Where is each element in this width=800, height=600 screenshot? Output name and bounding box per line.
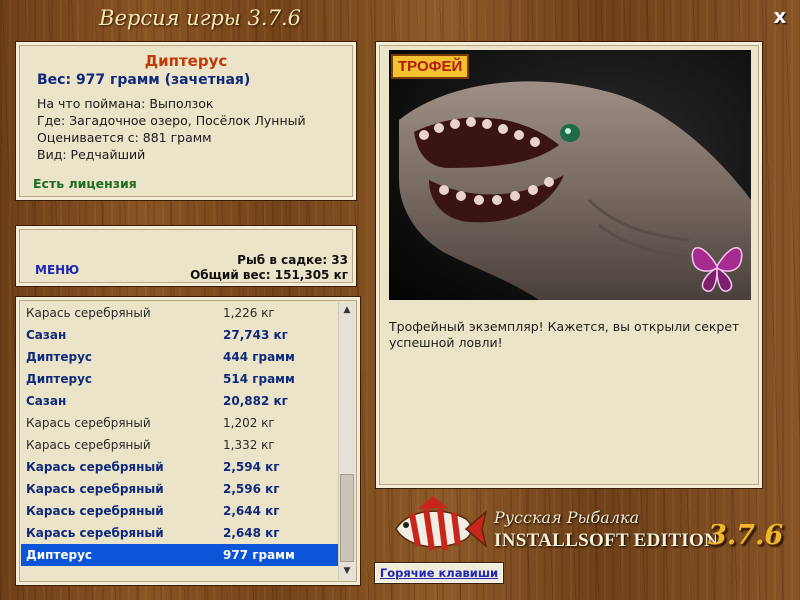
catch-fish-name: Диптерус xyxy=(26,372,93,386)
catch-list-item[interactable]: Карась серебряный 1,332 кг xyxy=(21,434,339,456)
catch-fish-name: Карась серебряный xyxy=(26,438,151,452)
catch-fish-weight: 27,743 кг xyxy=(223,328,288,342)
bait-info: На что поймана: Выползок xyxy=(37,96,214,111)
catch-list-item[interactable]: Диптерус 977 грамм xyxy=(21,544,339,566)
trophy-badge-label: ТРОФЕЙ xyxy=(398,58,463,75)
cage-stats: Рыб в садке: 33 Общий вес: 151,305 кг xyxy=(190,253,348,283)
cage-total-weight: Общий вес: 151,305 кг xyxy=(190,268,348,282)
brand-version: 3.7.6 xyxy=(708,520,784,551)
catch-list-panel: Карась серебряный 1,226 кг Сазан 27,743 кг Д… xyxy=(15,296,361,586)
catch-fish-weight: 20,882 кг xyxy=(223,394,288,408)
value-info: Оценивается с: 881 грамм xyxy=(37,130,212,145)
license-status: Есть лицензия xyxy=(33,176,137,191)
scroll-up-icon[interactable]: ▲ xyxy=(339,302,355,319)
catch-list-item[interactable]: Карась серебряный 1,202 кг xyxy=(21,412,339,434)
catch-fish-weight: 2,648 кг xyxy=(223,526,280,540)
catch-fish-weight: 1,332 кг xyxy=(223,438,275,452)
catch-fish-weight: 2,596 кг xyxy=(223,482,280,496)
catch-list-item[interactable]: Карась серебряный 2,594 кг xyxy=(21,456,339,478)
catch-fish-weight: 2,594 кг xyxy=(223,460,280,474)
catch-fish-weight: 2,644 кг xyxy=(223,504,280,518)
location-info: Где: Загадочное озеро, Посёлок Лунный xyxy=(37,113,306,128)
catch-list-item[interactable]: Сазан 20,882 кг xyxy=(21,390,339,412)
fish-weight: Вес: 977 грамм (зачетная) xyxy=(37,72,251,88)
close-button[interactable]: x xyxy=(770,6,790,26)
fish-photo: ТРОФЕЙ xyxy=(389,50,751,300)
catch-fish-name: Карась серебряный xyxy=(26,526,164,540)
catch-fish-name: Карась серебряный xyxy=(26,460,164,474)
rarity-info: Вид: Редчайший xyxy=(37,147,146,162)
fish-name: Диптерус xyxy=(144,52,228,70)
menu-button[interactable]: МЕНЮ xyxy=(35,263,79,277)
catch-fish-weight: 1,202 кг xyxy=(223,416,275,430)
catch-fish-name: Карась серебряный xyxy=(26,306,151,320)
catch-list-item[interactable]: Диптерус 514 грамм xyxy=(21,368,339,390)
catch-fish-name: Карась серебряный xyxy=(26,416,151,430)
catch-fish-name: Сазан xyxy=(26,328,67,342)
catch-list-item[interactable]: Карась серебряный 1,226 кг xyxy=(21,302,339,324)
catch-fish-weight: 1,226 кг xyxy=(223,306,275,320)
catch-list-item[interactable]: Карась серебряный 2,648 кг xyxy=(21,522,339,544)
catch-fish-name: Карась серебряный xyxy=(26,482,164,496)
hotkeys-button[interactable]: Горячие клавиши xyxy=(374,562,504,584)
trophy-badge: ТРОФЕЙ xyxy=(391,54,470,79)
catch-list-item[interactable]: Карась серебряный 2,596 кг xyxy=(21,478,339,500)
brand-fish-icon xyxy=(395,496,488,551)
catch-list-scrollbar[interactable]: ▲ ▼ xyxy=(338,302,355,580)
catch-fish-name: Диптерус xyxy=(26,350,93,364)
catch-fish-name: Карась серебряный xyxy=(26,504,164,518)
fish-info-panel: Диптерус Вес: 977 грамм (зачетная) На чт… xyxy=(15,41,357,201)
window-title: Версия игры 3.7.6 xyxy=(99,6,301,30)
trophy-photo-panel: ТРОФЕЙ Трофейный экземпляр! Кажется, вы … xyxy=(375,41,763,489)
catch-fish-name: Диптерус xyxy=(26,548,93,562)
catch-fish-weight: 977 грамм xyxy=(223,548,295,562)
catch-list-item[interactable]: Карась серебряный 2,644 кг xyxy=(21,500,339,522)
catch-fish-weight: 514 грамм xyxy=(223,372,295,386)
scroll-down-icon[interactable]: ▼ xyxy=(339,563,355,580)
butterfly-icon xyxy=(691,247,743,292)
catch-fish-weight: 444 грамм xyxy=(223,350,295,364)
brand-edition: INSTALLSOFT EDITION xyxy=(494,530,719,551)
cage-fish-count: Рыб в садке: 33 xyxy=(237,253,348,267)
trophy-caption: Трофейный экземпляр! Кажется, вы открыли… xyxy=(389,319,740,350)
brand-title: Русская Рыбалка xyxy=(494,508,640,527)
catch-list[interactable]: Карась серебряный 1,226 кг Сазан 27,743 кг Д… xyxy=(21,302,339,580)
catch-fish-name: Сазан xyxy=(26,394,67,408)
catch-list-item[interactable]: Сазан 27,743 кг xyxy=(21,324,339,346)
scroll-thumb[interactable] xyxy=(340,474,354,562)
cage-summary-panel: МЕНЮ Рыб в садке: 33 Общий вес: 151,305 … xyxy=(15,225,357,287)
catch-list-item[interactable]: Диптерус 444 грамм xyxy=(21,346,339,368)
